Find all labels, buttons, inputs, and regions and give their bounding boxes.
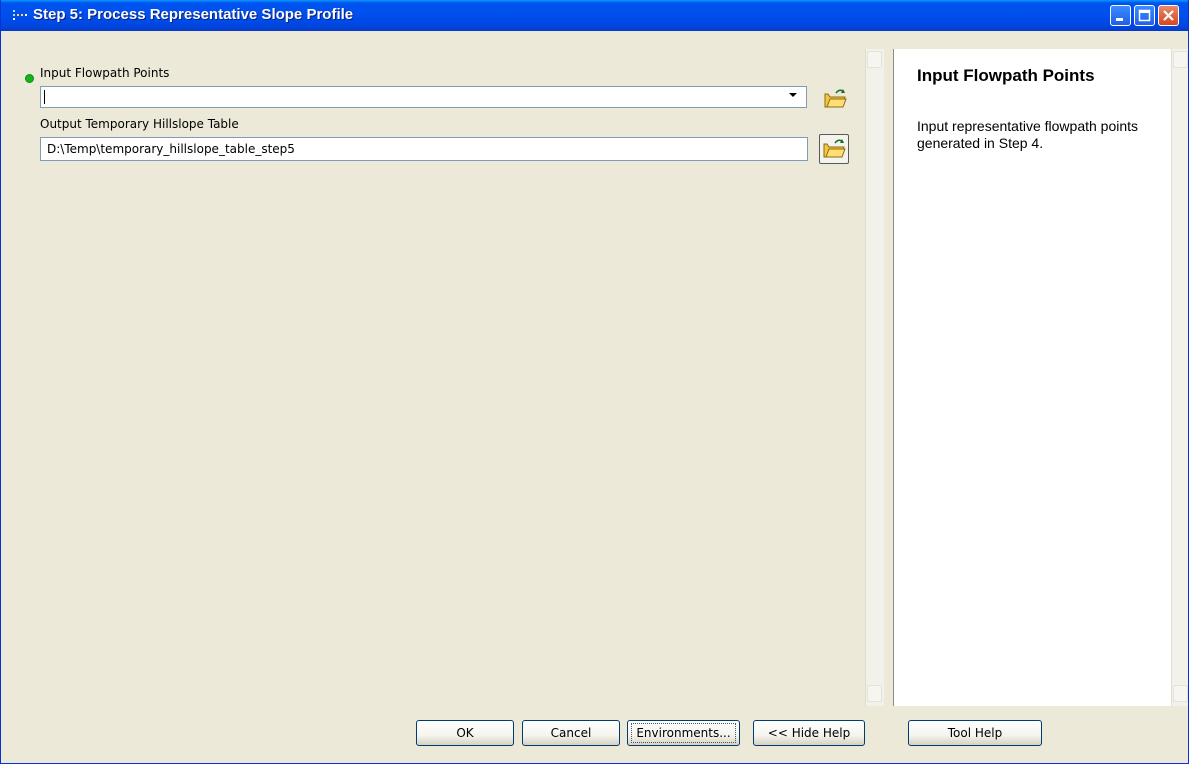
close-button[interactable] <box>1158 5 1179 26</box>
toolbox-dots-icon <box>13 10 29 22</box>
browse-output-button[interactable] <box>819 134 849 164</box>
environments-button-label: Environments... <box>636 726 731 740</box>
maximize-button[interactable] <box>1134 5 1155 26</box>
text-caret <box>44 90 45 104</box>
chevron-down-icon <box>789 93 797 97</box>
dropdown-arrow-button[interactable] <box>782 83 804 105</box>
ok-button[interactable]: OK <box>416 720 514 746</box>
scroll-down-arrow-icon[interactable] <box>1173 685 1188 702</box>
input-flowpath-points-combobox[interactable] <box>40 86 807 108</box>
help-description: Input representative flowpath points gen… <box>917 118 1139 151</box>
tool-dialog-window: Step 5: Process Representative Slope Pro… <box>0 0 1189 764</box>
required-parameter-icon <box>25 74 34 83</box>
tool-help-button-label: Tool Help <box>947 726 1003 740</box>
hide-help-button-label: << Hide Help <box>767 726 851 740</box>
window-title: Step 5: Process Representative Slope Pro… <box>33 6 354 23</box>
environments-button[interactable]: Environments... <box>627 720 740 746</box>
output-temporary-hillslope-table-field[interactable]: D:\Temp\temporary_hillslope_table_step5 <box>40 137 808 161</box>
title-bar[interactable]: Step 5: Process Representative Slope Pro… <box>1 0 1188 31</box>
output-temporary-hillslope-table-label: Output Temporary Hillslope Table <box>40 117 239 131</box>
ok-button-label: OK <box>456 726 474 740</box>
open-folder-icon <box>824 89 847 108</box>
scroll-down-arrow-icon[interactable] <box>867 685 882 702</box>
minimize-button[interactable] <box>1110 5 1131 26</box>
close-icon <box>1163 10 1174 21</box>
browse-input-button[interactable] <box>821 85 849 113</box>
scroll-up-arrow-icon[interactable] <box>867 51 882 68</box>
hide-help-button[interactable]: << Hide Help <box>753 720 865 746</box>
minimize-icon <box>1116 18 1123 21</box>
open-folder-icon <box>823 139 846 158</box>
cancel-button[interactable]: Cancel <box>522 720 620 746</box>
scroll-up-arrow-icon[interactable] <box>1173 51 1188 68</box>
parameter-pane-scrollbar[interactable] <box>865 49 884 706</box>
tool-help-button[interactable]: Tool Help <box>908 720 1042 746</box>
help-title: Input Flowpath Points <box>917 66 1095 85</box>
help-pane-scrollbar[interactable] <box>1171 49 1188 706</box>
input-flowpath-points-label: Input Flowpath Points <box>40 66 170 80</box>
maximize-icon <box>1138 9 1151 22</box>
cancel-button-label: Cancel <box>550 726 592 740</box>
